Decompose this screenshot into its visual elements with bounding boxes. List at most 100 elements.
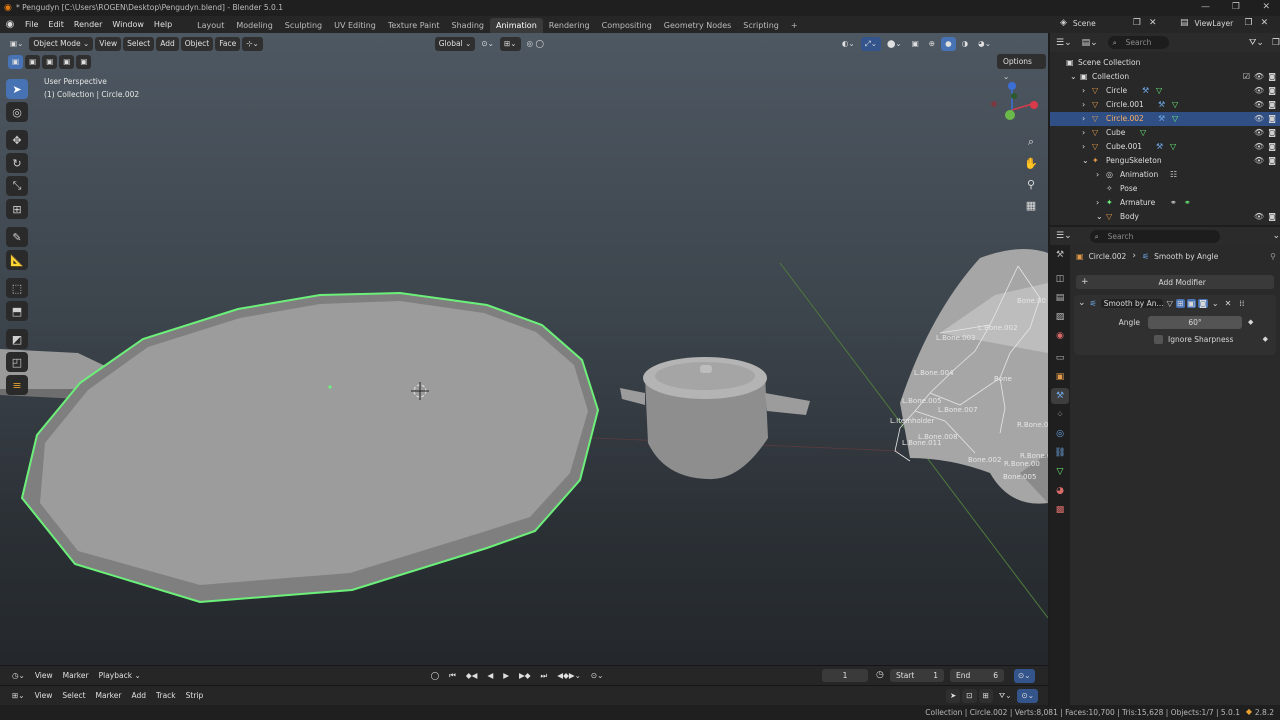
dropdown-chevron-icon[interactable]: ⌄ <box>1212 299 1219 308</box>
select-subtract-icon[interactable]: ▣ <box>42 55 58 69</box>
menu-file[interactable]: File <box>20 16 43 33</box>
outliner-row-circle-002[interactable]: › ▽ Circle.002 ⚒ ▽ 👁 ◙ <box>1050 112 1280 126</box>
modifier-name-field[interactable]: Smooth by An... <box>1100 298 1163 308</box>
camera-icon[interactable]: ◙ <box>1268 84 1276 98</box>
timeline-marker-menu[interactable]: Marker <box>59 669 93 683</box>
tab-rendering[interactable]: Rendering <box>543 18 596 33</box>
eye-icon[interactable]: 👁 <box>1254 210 1264 224</box>
delete-view-layer-icon[interactable]: ✕ <box>1261 18 1269 28</box>
eye-icon[interactable]: 👁 <box>1254 70 1264 84</box>
camera-icon[interactable]: ◙ <box>1268 70 1276 84</box>
gizmo-toggle-icon[interactable]: ⤢⌄ <box>860 36 881 51</box>
orientation-dropdown[interactable]: Global ⌄ <box>434 36 476 51</box>
extrude-tool-icon[interactable]: ⬒ <box>6 301 28 321</box>
perspective-toggle-icon[interactable]: ▦ <box>1022 196 1040 214</box>
select-menu[interactable]: Select <box>123 36 155 51</box>
constraints-tab-icon[interactable]: ⛓ <box>1051 445 1069 461</box>
chevron-down-icon[interactable]: ⌄ <box>1070 70 1077 84</box>
outliner-row-body[interactable]: ⌄ ▽ Body 👁 ◙ <box>1050 210 1280 224</box>
face-menu[interactable]: Face <box>215 36 241 51</box>
options-button[interactable]: Options ⌄ <box>997 54 1046 81</box>
eye-icon[interactable]: 👁 <box>1254 98 1264 112</box>
minimize-icon[interactable]: — <box>1201 2 1210 12</box>
loop-cut-tool-icon[interactable]: ◰ <box>6 352 28 372</box>
eye-icon[interactable]: 👁 <box>1254 126 1264 140</box>
camera-icon[interactable]: ◙ <box>1268 210 1276 224</box>
seq-track-menu[interactable]: Track <box>152 689 180 703</box>
measure-tool-icon[interactable]: 📐 <box>6 250 28 270</box>
xray-icon[interactable]: ▣ <box>908 37 923 51</box>
filter-icon[interactable]: ⛛⌄ <box>995 689 1016 703</box>
properties-editor-icon[interactable]: ☰⌄ <box>1056 231 1072 241</box>
cursor-tool-icon[interactable]: ◎ <box>6 102 28 122</box>
seq-select-menu[interactable]: Select <box>58 689 89 703</box>
particles-tab-icon[interactable]: ⁘ <box>1051 407 1069 423</box>
tab-sculpting[interactable]: Sculpting <box>279 18 328 33</box>
chevron-right-icon[interactable]: › <box>1082 112 1085 126</box>
current-frame-field[interactable]: 1 <box>822 669 868 682</box>
camera-icon[interactable]: ◙ <box>1268 98 1276 112</box>
drag-handle-icon[interactable]: ⁞⁞ <box>1239 299 1244 308</box>
edit-mode-toggle-icon[interactable]: ▽ <box>1167 299 1173 308</box>
outliner-search-input[interactable]: ⌕ Search <box>1107 36 1169 49</box>
outliner-row-collection[interactable]: ⌄ ▣ Collection ☑ 👁 ◙ <box>1050 70 1280 84</box>
camera-icon[interactable]: ◙ <box>1268 154 1276 168</box>
add-workspace-button[interactable]: + <box>785 18 804 33</box>
seq-select-tool-icon[interactable]: ➤ <box>946 689 961 703</box>
select-extend-icon[interactable]: ▣ <box>25 55 41 69</box>
chevron-down-icon[interactable]: ⌄ <box>1082 154 1089 168</box>
render-tab-icon[interactable]: ◫ <box>1051 271 1069 287</box>
transform-tool-icon[interactable]: ⊞ <box>6 199 28 219</box>
bevel-tool-icon[interactable]: ◩ <box>6 329 28 349</box>
new-scene-icon[interactable]: ❐ <box>1133 18 1141 28</box>
ignore-sharpness-checkbox[interactable] <box>1154 334 1163 344</box>
tab-texture-paint[interactable]: Texture Paint <box>382 18 446 33</box>
pin-icon[interactable]: ⚲ <box>1270 252 1276 261</box>
outliner-row-pose[interactable]: ✧ Pose <box>1050 182 1280 196</box>
modifier-tab-icon[interactable]: ⚒ <box>1051 388 1069 404</box>
close-icon[interactable]: ✕ <box>1262 2 1270 12</box>
play-reverse-icon[interactable]: ◀ <box>483 669 497 683</box>
scene-tab-icon[interactable]: ◉ <box>1051 328 1069 344</box>
outliner-row-armature[interactable]: › ✦ Armature ⚭ ⚭ <box>1050 196 1280 210</box>
view-layer-selector[interactable]: ▤ ViewLayer ❐ ✕ <box>1180 18 1268 28</box>
tab-compositing[interactable]: Compositing <box>596 18 658 33</box>
eye-icon[interactable]: 👁 <box>1254 154 1264 168</box>
chevron-down-icon[interactable]: ⌄ <box>1096 210 1103 224</box>
select-tool-icon[interactable]: ➤ <box>6 79 28 99</box>
object-menu[interactable]: Object <box>180 36 214 51</box>
seq-view-menu[interactable]: View <box>31 689 57 703</box>
move-tool-icon[interactable]: ✥ <box>6 130 28 150</box>
eye-icon[interactable]: 👁 <box>1254 140 1264 154</box>
world-tab-icon[interactable]: ▭ <box>1051 350 1069 366</box>
proportional-edit-icon[interactable]: ◎ ◯ <box>523 37 548 51</box>
material-tab-icon[interactable]: ◕ <box>1051 483 1069 499</box>
jump-end-icon[interactable]: ⏭ <box>537 669 552 683</box>
view-menu[interactable]: View <box>95 36 122 51</box>
pan-hand-icon[interactable]: ✋ <box>1022 154 1040 172</box>
output-tab-icon[interactable]: ▤ <box>1051 290 1069 306</box>
eye-icon[interactable]: 👁 <box>1254 112 1264 126</box>
physics-tab-icon[interactable]: ◎ <box>1051 426 1069 442</box>
select-invert-icon[interactable]: ▣ <box>59 55 75 69</box>
filter-icon[interactable]: ⛛⌄ <box>1249 38 1264 48</box>
tool-tab-icon[interactable]: ⚒ <box>1051 247 1069 263</box>
menu-render[interactable]: Render <box>69 16 107 33</box>
seq-gizmo-icon[interactable]: ⊙⌄ <box>1017 689 1039 703</box>
record-icon[interactable]: ◯ <box>427 669 443 683</box>
angle-decorator-icon[interactable]: ◆ <box>1248 318 1253 326</box>
shading-solid-icon[interactable]: ● <box>941 36 956 51</box>
chevron-right-icon[interactable]: › <box>1082 126 1085 140</box>
menu-help[interactable]: Help <box>149 16 177 33</box>
chevron-right-icon[interactable]: › <box>1096 168 1099 182</box>
seq-add-menu[interactable]: Add <box>127 689 150 703</box>
angle-field[interactable]: 60° <box>1148 315 1242 329</box>
new-view-layer-icon[interactable]: ❐ <box>1245 18 1253 28</box>
snap-mode-icon[interactable]: ⊹⌄ <box>242 36 263 51</box>
end-frame-field[interactable]: End 6 <box>950 669 1004 682</box>
outliner-row-scene-collection[interactable]: ▣ Scene Collection <box>1050 56 1280 70</box>
tab-modeling[interactable]: Modeling <box>230 18 278 33</box>
properties-search-input[interactable]: ⌕ Search <box>1089 229 1221 243</box>
navigation-gizmo[interactable] <box>982 78 1042 138</box>
scene-selector[interactable]: ◈ Scene ❐ ✕ <box>1060 18 1157 28</box>
